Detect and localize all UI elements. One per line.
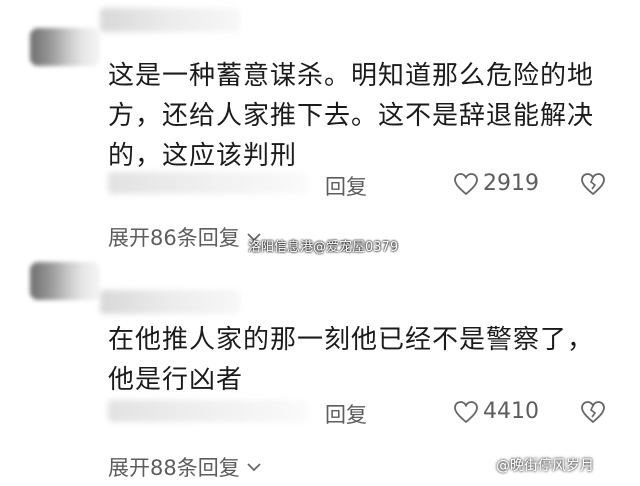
comment-text: 在他推人家的那一刻他已经不是警察了， 他是行凶者 [108, 320, 628, 400]
source-watermark-text: @晚街停风岁月 [496, 458, 594, 474]
comment-text-line: 方，还给人家推下去。这不是辞退能解决 [108, 101, 595, 131]
comment-text-line: 的，这应该判刑 [108, 141, 298, 171]
expand-replies-button[interactable]: 展开88条回复 [108, 452, 262, 482]
heart-outline-icon[interactable] [453, 172, 479, 196]
comment-text-line: 这是一种蓄意谋杀。明知道那么危险的地 [108, 61, 595, 91]
comment-text: 这是一种蓄意谋杀。明知道那么危险的地 方，还给人家推下去。这不是辞退能解决 的，… [108, 56, 628, 176]
expand-replies-label: 展开86条回复 [108, 226, 240, 250]
avatar[interactable] [30, 262, 100, 300]
expand-replies-button[interactable]: 展开86条回复 [108, 222, 262, 252]
broken-heart-icon[interactable] [580, 400, 606, 424]
expand-replies-label: 展开88条回复 [108, 456, 240, 480]
like-count: 2919 [483, 171, 539, 196]
heart-outline-icon[interactable] [453, 400, 479, 424]
reply-button[interactable]: 回复 [325, 399, 367, 429]
username[interactable] [100, 290, 240, 314]
like-count: 4410 [483, 399, 539, 424]
comment-meta [108, 400, 308, 422]
source-watermark: @晚街停风岁月 [496, 455, 594, 475]
avatar[interactable] [30, 28, 100, 66]
comment-meta [108, 172, 308, 194]
username[interactable] [100, 8, 240, 32]
chevron-down-icon [247, 463, 261, 472]
reply-button[interactable]: 回复 [325, 171, 367, 201]
comment-text-line: 在他推人家的那一刻他已经不是警察了， [108, 325, 595, 355]
watermark: 洛阳信息港@爱宠屋0379 [248, 240, 399, 255]
comment-text-line: 他是行凶者 [108, 365, 244, 395]
broken-heart-icon[interactable] [580, 172, 606, 196]
